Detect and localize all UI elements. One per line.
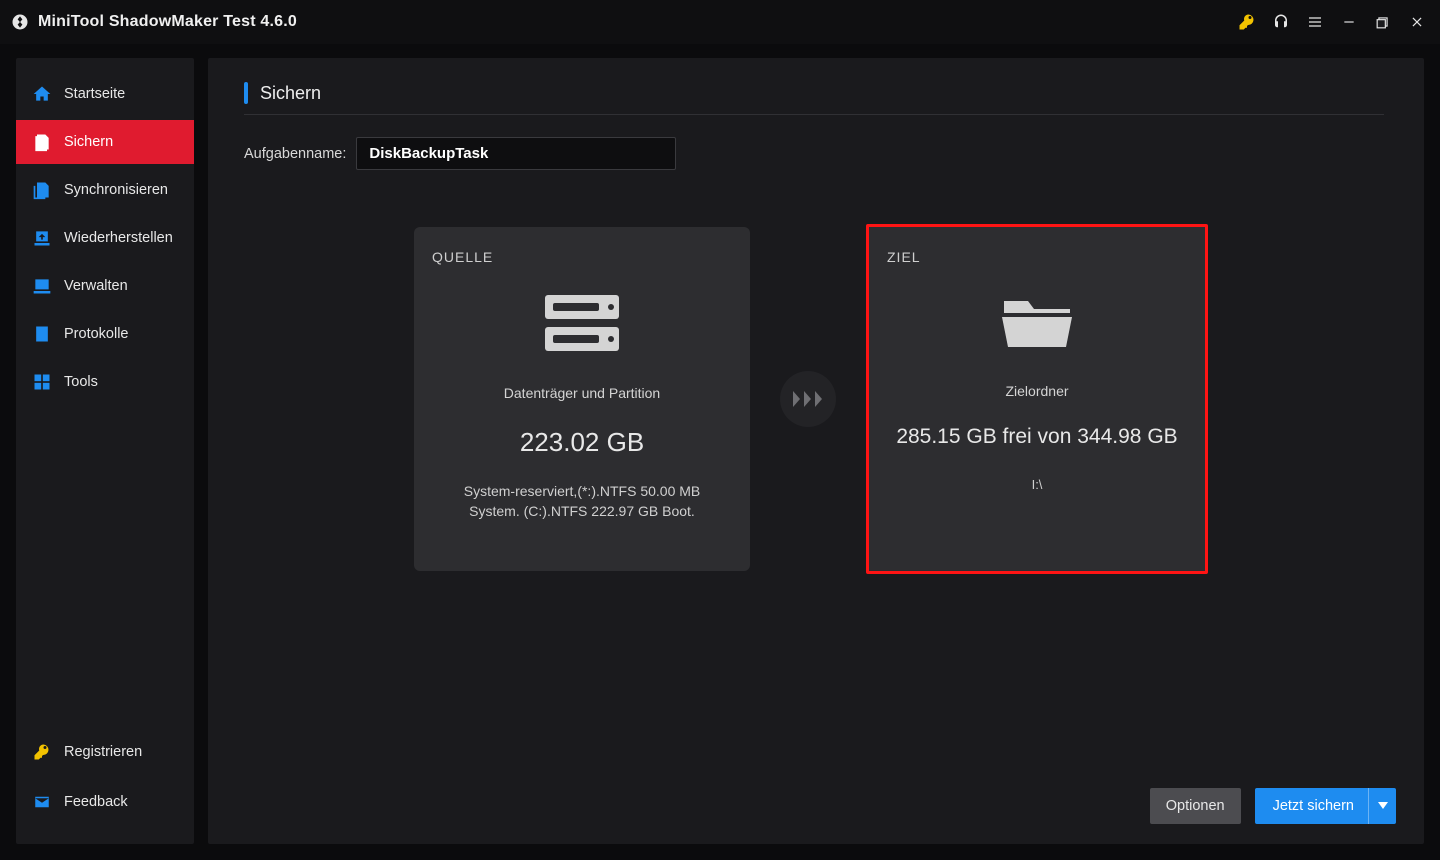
page-title-bar <box>244 82 248 104</box>
disk-icon <box>432 291 732 355</box>
mail-icon <box>32 792 52 812</box>
sidebar: Startseite Sichern Synchronisieren Wiede… <box>16 58 194 844</box>
destination-card-highlight: ZIEL Zielordner 285.15 GB frei von 344.9… <box>866 224 1208 574</box>
backup-icon <box>32 132 52 152</box>
sidebar-item-label: Registrieren <box>64 744 142 760</box>
backup-now-button-label: Jetzt sichern <box>1273 798 1368 814</box>
manage-icon <box>32 276 52 296</box>
restore-icon <box>32 228 52 248</box>
sidebar-item-sichern[interactable]: Sichern <box>16 120 194 164</box>
task-name-input[interactable] <box>356 137 676 170</box>
sidebar-item-label: Tools <box>64 374 98 390</box>
sidebar-item-startseite[interactable]: Startseite <box>16 72 194 116</box>
source-card-title: QUELLE <box>432 249 732 265</box>
task-name-label: Aufgabenname: <box>244 146 346 162</box>
sidebar-item-label: Startseite <box>64 86 125 102</box>
sidebar-item-synchronisieren[interactable]: Synchronisieren <box>16 168 194 212</box>
logs-icon <box>32 324 52 344</box>
tools-icon <box>32 372 52 392</box>
source-card-detail: System-reserviert,(*:).NTFS 50.00 MB Sys… <box>432 482 732 521</box>
menu-icon[interactable] <box>1298 5 1332 39</box>
destination-card-path: I:\ <box>887 477 1187 492</box>
destination-card[interactable]: ZIEL Zielordner 285.15 GB frei von 344.9… <box>869 227 1205 571</box>
key-icon <box>32 742 52 762</box>
close-button[interactable] <box>1400 5 1434 39</box>
sidebar-item-label: Protokolle <box>64 326 128 342</box>
sidebar-item-label: Wiederherstellen <box>64 230 173 246</box>
options-button[interactable]: Optionen <box>1150 788 1241 824</box>
destination-card-title: ZIEL <box>887 249 1187 265</box>
arrow-icon <box>780 371 836 427</box>
sidebar-item-wiederherstellen[interactable]: Wiederherstellen <box>16 216 194 260</box>
app-logo-icon <box>10 12 30 32</box>
sidebar-item-label: Sichern <box>64 134 113 150</box>
folder-icon <box>887 291 1187 353</box>
destination-card-space: 285.15 GB frei von 344.98 GB <box>887 425 1187 449</box>
app-title: MiniTool ShadowMaker Test 4.6.0 <box>38 13 297 31</box>
home-icon <box>32 84 52 104</box>
backup-now-button[interactable]: Jetzt sichern <box>1255 788 1396 824</box>
maximize-button[interactable] <box>1366 5 1400 39</box>
title-bar: MiniTool ShadowMaker Test 4.6.0 <box>0 0 1440 44</box>
sidebar-item-verwalten[interactable]: Verwalten <box>16 264 194 308</box>
source-card-subtitle: Datenträger und Partition <box>432 385 732 401</box>
options-button-label: Optionen <box>1166 798 1225 814</box>
chevron-down-icon[interactable] <box>1368 788 1396 824</box>
sidebar-item-tools[interactable]: Tools <box>16 360 194 404</box>
license-key-icon[interactable] <box>1230 5 1264 39</box>
app-body: Startseite Sichern Synchronisieren Wiede… <box>0 44 1440 860</box>
sync-icon <box>32 180 52 200</box>
page-title: Sichern <box>244 82 1384 115</box>
sidebar-item-protokolle[interactable]: Protokolle <box>16 312 194 356</box>
sidebar-item-label: Feedback <box>64 794 128 810</box>
task-name-row: Aufgabenname: <box>244 137 1384 170</box>
destination-card-subtitle: Zielordner <box>887 383 1187 399</box>
footer-buttons: Optionen Jetzt sichern <box>1150 788 1396 824</box>
headset-icon[interactable] <box>1264 5 1298 39</box>
sidebar-item-registrieren[interactable]: Registrieren <box>16 730 194 774</box>
minimize-button[interactable] <box>1332 5 1366 39</box>
source-card[interactable]: QUELLE Datenträger und Partition 223.02 … <box>414 227 750 571</box>
main-panel: Sichern Aufgabenname: QUELLE <box>208 58 1424 844</box>
page-title-text: Sichern <box>260 83 321 104</box>
sidebar-item-label: Verwalten <box>64 278 128 294</box>
sidebar-item-feedback[interactable]: Feedback <box>16 780 194 824</box>
source-card-size: 223.02 GB <box>432 427 732 458</box>
sidebar-item-label: Synchronisieren <box>64 182 168 198</box>
